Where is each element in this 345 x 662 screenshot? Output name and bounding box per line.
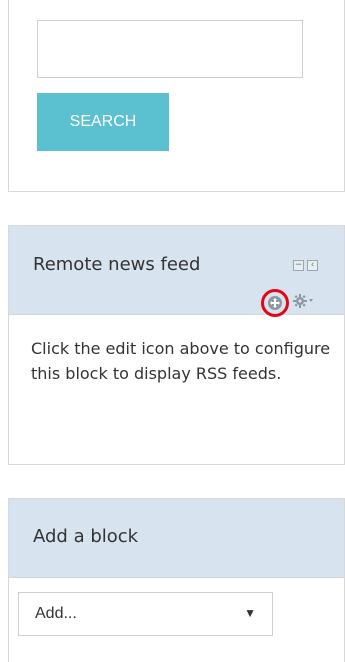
chevron-down-icon: ▼ — [244, 606, 256, 620]
collapse-icon[interactable]: − — [293, 260, 304, 271]
search-input[interactable] — [37, 20, 303, 78]
add-block-block: Add a block Add... ▼ — [8, 498, 345, 662]
move-icon[interactable] — [261, 289, 289, 317]
search-button[interactable]: SEARCH — [37, 93, 169, 151]
block-title: Remote news feed — [33, 254, 201, 275]
add-block-select[interactable]: Add... ▼ — [18, 592, 273, 636]
block-header: Add a block — [9, 499, 344, 578]
search-block: SEARCH — [8, 0, 345, 192]
remote-news-feed-block: Remote news feed − ‹ Click the edit icon… — [8, 225, 345, 465]
block-title: Add a block — [33, 526, 139, 547]
block-controls: − ‹ — [293, 260, 318, 271]
block-content-text: Click the edit icon above to configure t… — [31, 339, 331, 383]
select-value: Add... — [35, 605, 77, 622]
block-header: Remote news feed − ‹ — [9, 226, 344, 317]
dock-icon[interactable]: ‹ — [307, 260, 318, 271]
gear-icon[interactable] — [293, 292, 315, 310]
